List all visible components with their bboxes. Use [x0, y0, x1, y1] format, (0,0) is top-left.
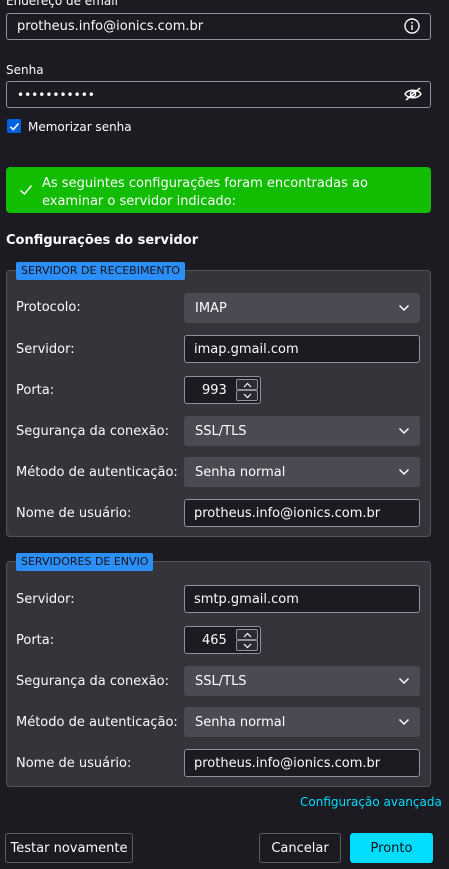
protocol-select[interactable]: IMAP — [184, 293, 420, 323]
retest-button[interactable]: Testar novamente — [5, 833, 133, 863]
incoming-server-legend: SERVIDOR DE RECEBIMENTO — [16, 262, 185, 280]
remember-password-checkbox[interactable] — [7, 119, 21, 133]
outgoing-username-value: protheus.info@ionics.com.br — [194, 755, 381, 771]
success-banner-text: As seguintes configurações foram encontr… — [42, 176, 368, 209]
outgoing-username-input[interactable]: protheus.info@ionics.com.br — [184, 749, 420, 777]
remember-password-label[interactable]: Memorizar senha — [28, 120, 132, 134]
outgoing-auth-value: Senha normal — [195, 714, 286, 730]
chevron-down-icon — [398, 468, 410, 476]
advanced-config-link[interactable]: Configuração avançada — [300, 795, 442, 809]
chevron-down-icon — [243, 393, 251, 398]
incoming-server-label: Servidor: — [16, 342, 75, 357]
incoming-auth-label: Método de autenticação: — [16, 465, 178, 480]
outgoing-auth-label: Método de autenticação: — [16, 715, 178, 730]
password-field[interactable]: ••••••••••• — [6, 81, 431, 108]
incoming-username-value: protheus.info@ionics.com.br — [194, 505, 381, 521]
incoming-security-label: Segurança da conexão: — [16, 424, 169, 439]
outgoing-security-label: Segurança da conexão: — [16, 674, 169, 689]
chevron-up-icon — [243, 382, 251, 387]
incoming-security-select[interactable]: SSL/TLS — [184, 416, 420, 446]
outgoing-server-label: Servidor: — [16, 592, 75, 607]
outgoing-port-down-button[interactable] — [236, 640, 258, 651]
incoming-auth-select[interactable]: Senha normal — [184, 457, 420, 487]
outgoing-server-input[interactable]: smtp.gmail.com — [184, 585, 420, 613]
outgoing-security-select[interactable]: SSL/TLS — [184, 666, 420, 696]
outgoing-username-label: Nome de usuário: — [16, 756, 132, 771]
chevron-down-icon — [398, 718, 410, 726]
incoming-port-stepper[interactable]: 993 — [184, 376, 261, 404]
chevron-down-icon — [243, 643, 251, 648]
outgoing-server-legend: SERVIDORES DE ENVIO — [16, 553, 154, 571]
incoming-port-down-button[interactable] — [236, 390, 258, 401]
outgoing-port-up-button[interactable] — [236, 629, 258, 640]
chevron-down-icon — [398, 304, 410, 312]
incoming-port-label: Porta: — [16, 383, 55, 398]
chevron-up-icon — [243, 632, 251, 637]
server-config-title: Configurações do servidor — [6, 233, 199, 248]
protocol-label: Protocolo: — [16, 300, 81, 315]
info-icon[interactable] — [403, 17, 421, 35]
incoming-server-value: imap.gmail.com — [194, 341, 299, 357]
outgoing-security-value: SSL/TLS — [195, 673, 247, 689]
outgoing-port-value: 465 — [202, 633, 227, 648]
protocol-value: IMAP — [195, 300, 227, 316]
done-button[interactable]: Pronto — [350, 833, 433, 863]
outgoing-auth-select[interactable]: Senha normal — [184, 707, 420, 737]
incoming-username-input[interactable]: protheus.info@ionics.com.br — [184, 499, 420, 527]
incoming-security-value: SSL/TLS — [195, 423, 247, 439]
eye-slash-icon[interactable] — [402, 84, 424, 104]
check-icon — [20, 185, 33, 196]
email-value: protheus.info@ionics.com.br — [17, 19, 204, 34]
outgoing-port-label: Porta: — [16, 633, 55, 648]
password-value: ••••••••••• — [17, 87, 95, 102]
incoming-username-label: Nome de usuário: — [16, 506, 132, 521]
success-banner: As seguintes configurações foram encontr… — [6, 167, 431, 213]
incoming-port-up-button[interactable] — [236, 379, 258, 390]
email-field[interactable]: protheus.info@ionics.com.br — [6, 13, 431, 40]
outgoing-port-stepper[interactable]: 465 — [184, 626, 261, 654]
incoming-auth-value: Senha normal — [195, 464, 286, 480]
checkmark-icon — [9, 122, 19, 131]
email-label: Endereço de email — [6, 0, 118, 8]
password-label: Senha — [6, 63, 44, 77]
chevron-down-icon — [398, 427, 410, 435]
chevron-down-icon — [398, 677, 410, 685]
cancel-button[interactable]: Cancelar — [259, 833, 341, 863]
outgoing-server-value: smtp.gmail.com — [194, 591, 299, 607]
incoming-port-value: 993 — [202, 383, 227, 398]
incoming-server-input[interactable]: imap.gmail.com — [184, 335, 420, 363]
